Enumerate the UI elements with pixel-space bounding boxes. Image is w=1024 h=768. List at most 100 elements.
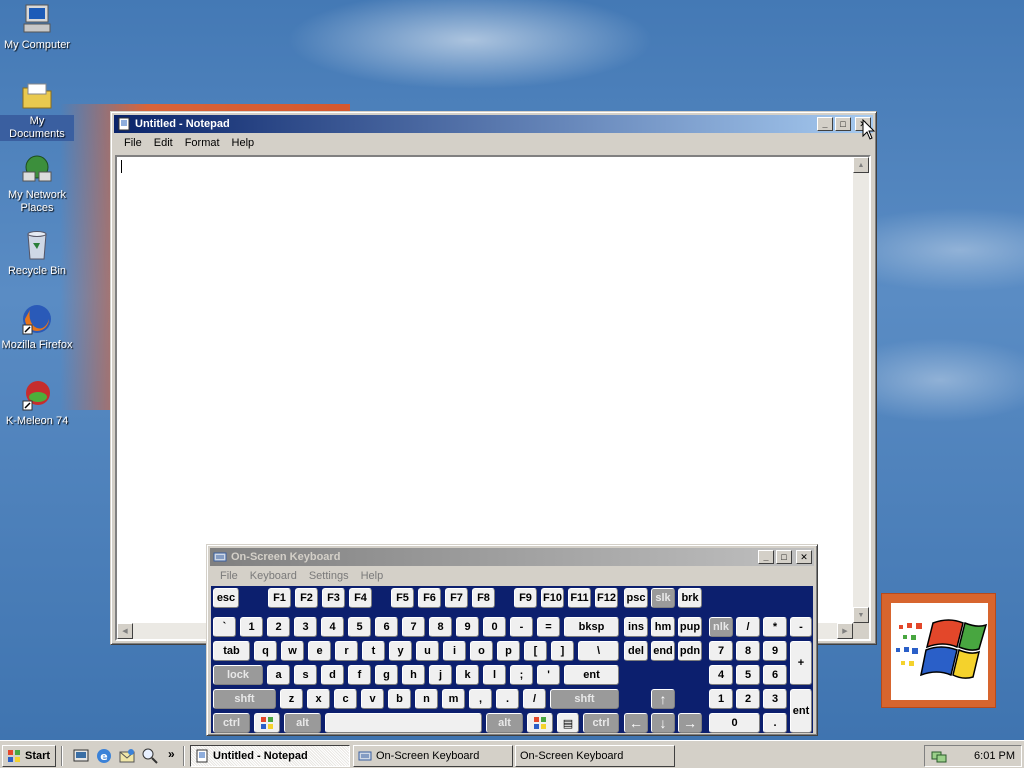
key-r[interactable]: r [335, 641, 358, 661]
key-backslash[interactable]: \ [578, 641, 619, 661]
key-x[interactable]: x [307, 689, 330, 709]
key-p[interactable]: p [497, 641, 520, 661]
key-1[interactable]: 1 [240, 617, 263, 637]
key-f9[interactable]: F9 [514, 588, 537, 608]
key-numpad-divide[interactable]: / [736, 617, 760, 637]
vertical-scrollbar[interactable]: ▲ ▼ [853, 157, 869, 623]
key-numpad-5[interactable]: 5 [736, 665, 760, 685]
menu-format[interactable]: Format [179, 137, 226, 149]
key-enter[interactable]: ent [564, 665, 619, 685]
key-numpad-1[interactable]: 1 [709, 689, 733, 709]
key-n[interactable]: n [415, 689, 438, 709]
key-f12[interactable]: F12 [595, 588, 618, 608]
key-arrow-left[interactable]: ← [624, 713, 648, 733]
close-button[interactable]: ✕ [796, 550, 812, 564]
key-b[interactable]: b [388, 689, 411, 709]
osk-titlebar[interactable]: On-Screen Keyboard _ □ ✕ [210, 548, 814, 566]
maximize-button[interactable]: □ [776, 550, 792, 564]
scroll-right-button[interactable]: ▶ [837, 623, 853, 639]
key-numpad-add[interactable]: + [790, 641, 812, 685]
key-pup[interactable]: pup [678, 617, 702, 637]
osk-window[interactable]: On-Screen Keyboard _ □ ✕ File Keyboard S… [206, 544, 818, 736]
key-w[interactable]: w [281, 641, 304, 661]
key-numpad-4[interactable]: 4 [709, 665, 733, 685]
key-del[interactable]: del [624, 641, 648, 661]
key-psc[interactable]: psc [624, 588, 648, 608]
key-numpad-2[interactable]: 2 [736, 689, 760, 709]
menu-help[interactable]: Help [226, 137, 261, 149]
key-comma[interactable]: , [469, 689, 492, 709]
key-numpad-multiply[interactable]: * [763, 617, 787, 637]
internet-explorer-icon[interactable]: e [95, 747, 113, 765]
scroll-up-button[interactable]: ▲ [853, 157, 869, 173]
key-numpad-decimal[interactable]: . [763, 713, 787, 733]
key-close-bracket[interactable]: ] [551, 641, 574, 661]
start-button[interactable]: Start [2, 745, 56, 767]
menu-settings[interactable]: Settings [303, 570, 355, 582]
maximize-button[interactable]: □ [835, 117, 851, 131]
key-5[interactable]: 5 [348, 617, 371, 637]
minimize-button[interactable]: _ [817, 117, 833, 131]
task-notepad[interactable]: Untitled - Notepad [190, 745, 350, 767]
key-6[interactable]: 6 [375, 617, 398, 637]
key-open-bracket[interactable]: [ [524, 641, 547, 661]
resize-grip[interactable] [853, 623, 869, 639]
key-c[interactable]: c [334, 689, 357, 709]
key-hm[interactable]: hm [651, 617, 675, 637]
key-equals[interactable]: = [537, 617, 560, 637]
key-f8[interactable]: F8 [472, 588, 495, 608]
key-right-windows[interactable] [527, 713, 553, 733]
key-end[interactable]: end [651, 641, 675, 661]
key-esc[interactable]: esc [213, 588, 239, 608]
desktop-icon-my-computer[interactable]: My Computer [0, 2, 74, 52]
key-8[interactable]: 8 [429, 617, 452, 637]
key-arrow-right[interactable]: → [678, 713, 702, 733]
desktop-icon-network[interactable]: My Network Places [0, 152, 74, 215]
network-tray-icon[interactable] [931, 748, 947, 764]
menu-help[interactable]: Help [355, 570, 390, 582]
menu-edit[interactable]: Edit [148, 137, 179, 149]
key-numpad-8[interactable]: 8 [736, 641, 760, 661]
key-left-windows[interactable] [254, 713, 280, 733]
key-space[interactable] [325, 713, 482, 733]
key-numpad-enter[interactable]: ent [790, 689, 812, 733]
desktop-icon-kmeleon[interactable]: K-Meleon 74 [0, 378, 74, 428]
key-period[interactable]: . [496, 689, 519, 709]
key-9[interactable]: 9 [456, 617, 479, 637]
desktop-icon-recycle-bin[interactable]: Recycle Bin [0, 228, 74, 278]
key-arrow-down[interactable]: ↓ [651, 713, 675, 733]
key-right-ctrl[interactable]: ctrl [583, 713, 619, 733]
key-caps-lock[interactable]: lock [213, 665, 263, 685]
key-f11[interactable]: F11 [568, 588, 591, 608]
key-right-shift[interactable]: shft [550, 689, 619, 709]
key-numpad-3[interactable]: 3 [763, 689, 787, 709]
menu-keyboard[interactable]: Keyboard [244, 570, 303, 582]
key-numpad-subtract[interactable]: - [790, 617, 812, 637]
key-q[interactable]: q [254, 641, 277, 661]
key-f10[interactable]: F10 [541, 588, 564, 608]
key-d[interactable]: d [321, 665, 344, 685]
key-i[interactable]: i [443, 641, 466, 661]
key-nlk[interactable]: nlk [709, 617, 733, 637]
task-osk-2[interactable]: On-Screen Keyboard [515, 745, 675, 767]
key-m[interactable]: m [442, 689, 465, 709]
key-a[interactable]: a [267, 665, 290, 685]
key-menu[interactable]: ▤ [557, 713, 579, 733]
key-2[interactable]: 2 [267, 617, 290, 637]
key-right-alt[interactable]: alt [486, 713, 523, 733]
quicklaunch-chevron[interactable]: » [168, 747, 175, 761]
key-z[interactable]: z [280, 689, 303, 709]
key-semicolon[interactable]: ; [510, 665, 533, 685]
key-o[interactable]: o [470, 641, 493, 661]
key-f7[interactable]: F7 [445, 588, 468, 608]
key-bksp[interactable]: bksp [564, 617, 619, 637]
key-slk[interactable]: slk [651, 588, 675, 608]
key-j[interactable]: j [429, 665, 452, 685]
key-t[interactable]: t [362, 641, 385, 661]
key-backtick[interactable]: ` [213, 617, 236, 637]
key-f[interactable]: f [348, 665, 371, 685]
key-k[interactable]: k [456, 665, 479, 685]
key-left-shift[interactable]: shft [213, 689, 276, 709]
key-slash[interactable]: / [523, 689, 546, 709]
key-brk[interactable]: brk [678, 588, 702, 608]
